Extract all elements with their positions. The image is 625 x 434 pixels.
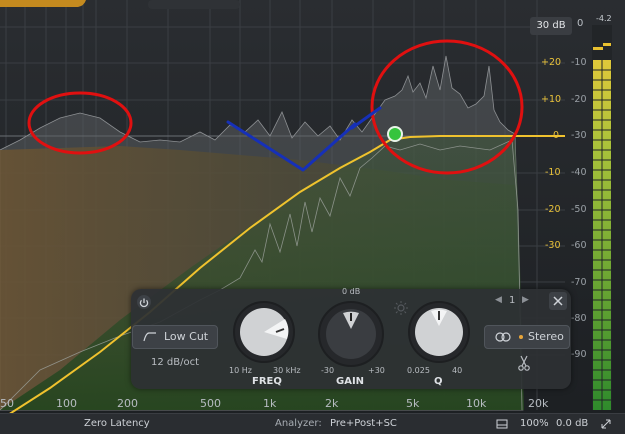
freq-label: 100 bbox=[56, 397, 77, 410]
scissors-icon[interactable] bbox=[518, 355, 530, 371]
meter-peak-hold bbox=[593, 47, 603, 50]
power-icon bbox=[139, 298, 149, 308]
meter-zero-label: 0 bbox=[577, 18, 584, 29]
plugin-logo bbox=[0, 0, 86, 7]
prev-band-button[interactable]: ◀ bbox=[495, 295, 502, 305]
gain-label: GAIN bbox=[336, 376, 365, 387]
gain-label: -30 bbox=[545, 240, 561, 251]
meter-scale-label: -60 bbox=[571, 240, 587, 251]
channel-mode-button[interactable]: Stereo bbox=[484, 325, 570, 349]
filter-type-button[interactable]: Low Cut bbox=[132, 325, 218, 349]
top-bar-element[interactable] bbox=[148, 0, 240, 9]
resize-icon[interactable] bbox=[600, 418, 612, 430]
gain-center-value: 0 dB bbox=[342, 287, 361, 296]
meter-scale-label: -10 bbox=[571, 57, 587, 68]
analyzer-mode[interactable]: Pre+Post+SC bbox=[330, 418, 397, 429]
q-min-label: 0.025 bbox=[407, 366, 430, 375]
next-band-button[interactable]: ▶ bbox=[522, 295, 529, 305]
freq-label: 200 bbox=[117, 397, 138, 410]
meter-scale-label: -50 bbox=[571, 204, 587, 215]
freq-max-label: 30 kHz bbox=[273, 366, 301, 375]
band-control-panel: Low Cut 12 dB/oct 10 Hz 30 kHz FREQ 0 dB… bbox=[131, 287, 571, 389]
freq-label: 1k bbox=[263, 397, 277, 410]
meter-scale-label: -80 bbox=[571, 313, 587, 324]
q-max-label: 40 bbox=[452, 366, 463, 375]
freq-label: 500 bbox=[200, 397, 221, 410]
q-label: Q bbox=[434, 376, 443, 387]
meter-scale-label: -20 bbox=[571, 94, 587, 105]
gain-label: 0 bbox=[553, 130, 560, 141]
output-gain[interactable]: 0.0 dB bbox=[556, 418, 588, 429]
close-icon bbox=[553, 296, 563, 306]
zoom-level[interactable]: 100% bbox=[520, 418, 549, 429]
band-power-button[interactable] bbox=[137, 295, 151, 309]
freq-label: 5k bbox=[406, 397, 420, 410]
meter-scale-label: -90 bbox=[571, 349, 587, 360]
gain-label: +10 bbox=[541, 94, 562, 105]
low-cut-icon bbox=[143, 332, 156, 342]
gain-label: -20 bbox=[545, 204, 561, 215]
stereo-indicator-dot bbox=[519, 335, 523, 339]
q-knob[interactable] bbox=[406, 299, 472, 365]
channel-mode-label: Stereo bbox=[528, 330, 564, 343]
gain-knob[interactable] bbox=[316, 297, 386, 367]
meter-peak-hold-right bbox=[603, 43, 611, 46]
freq-label: 50 bbox=[0, 397, 14, 410]
band-number: 1 bbox=[509, 295, 516, 306]
meter-peak-value[interactable]: -4.2 bbox=[596, 14, 612, 23]
freq-knob[interactable] bbox=[231, 299, 297, 365]
gain-min-label: -30 bbox=[321, 366, 335, 375]
filter-type-label: Low Cut bbox=[164, 330, 209, 343]
latency-mode[interactable]: Zero Latency bbox=[84, 418, 150, 429]
close-panel-button[interactable] bbox=[549, 292, 567, 310]
slope-selector[interactable]: 12 dB/oct bbox=[151, 357, 199, 368]
status-bar: Zero Latency Analyzer: Pre+Post+SC 100% … bbox=[0, 413, 625, 434]
midi-learn-icon[interactable] bbox=[496, 418, 508, 430]
gain-max-label: +30 bbox=[368, 366, 385, 375]
analyzer-range-button[interactable]: 30 dB bbox=[530, 17, 572, 35]
gain-label: +20 bbox=[541, 57, 562, 68]
meter-scale-label: -70 bbox=[571, 277, 587, 288]
freq-min-label: 10 Hz bbox=[229, 366, 252, 375]
stereo-link-icon bbox=[495, 332, 511, 342]
freq-label: 2k bbox=[325, 397, 339, 410]
freq-label: 10k bbox=[466, 397, 487, 410]
freq-label: FREQ bbox=[252, 376, 282, 387]
freq-label: 20k bbox=[528, 397, 549, 410]
meter-scale-label: -30 bbox=[571, 130, 587, 141]
meter-scale-label: -40 bbox=[571, 167, 587, 178]
gain-label: -10 bbox=[545, 167, 561, 178]
analyzer-label: Analyzer: bbox=[275, 418, 322, 429]
band-1-handle[interactable] bbox=[387, 126, 403, 142]
